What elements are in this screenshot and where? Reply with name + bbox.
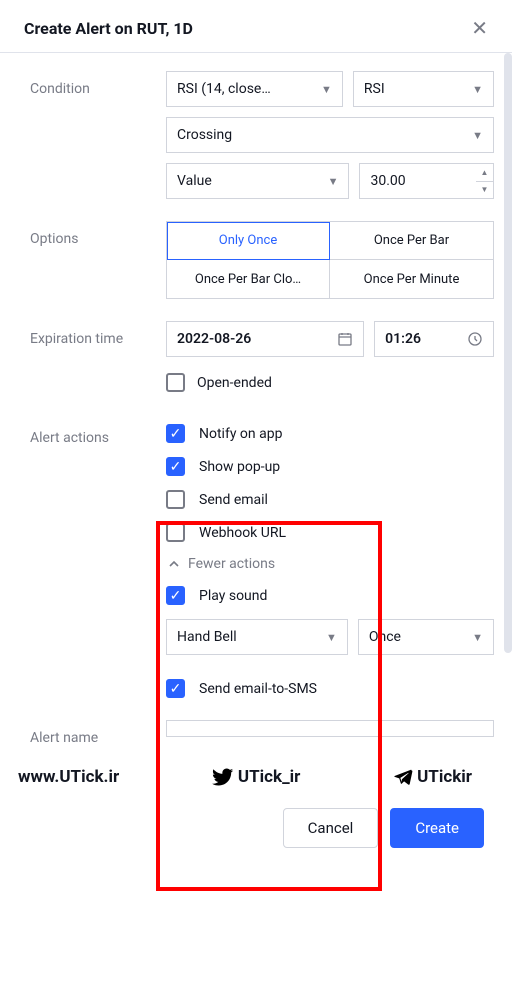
row-options: Options Only Once Once Per Bar Once Per … (30, 221, 494, 299)
sound-repeat-value: Once (369, 629, 401, 645)
send-email-checkbox[interactable] (166, 490, 185, 509)
social-website: www.UTick.ir (18, 767, 119, 787)
number-spinner: ▲ ▼ (476, 163, 494, 199)
social-telegram: UTickir (393, 767, 472, 787)
chevron-down-icon: ▼ (326, 631, 337, 644)
dialog-body: Condition RSI (14, close… ▼ RSI ▼ Crossi… (0, 53, 512, 760)
alert-name-input[interactable] (166, 720, 494, 737)
email-sms-label: Send email-to-SMS (199, 681, 317, 697)
option-once-per-bar-close[interactable]: Once Per Bar Clo… (167, 260, 330, 298)
play-sound-label: Play sound (199, 588, 267, 604)
action-notify-app: ✓ Notify on app (166, 424, 494, 443)
chevron-down-icon: ▼ (472, 631, 483, 644)
condition-value-mode-dropdown[interactable]: Value ▼ (166, 163, 349, 199)
notify-app-label: Notify on app (199, 426, 282, 442)
expiration-time-input[interactable]: 01:26 (374, 321, 494, 357)
cancel-button-label: Cancel (308, 819, 354, 837)
expiration-date-value: 2022-08-26 (177, 331, 251, 347)
condition-value-number: 30.00 (370, 173, 405, 189)
row-alert-actions: Alert actions ✓ Notify on app ✓ Show pop… (30, 420, 494, 698)
telegram-icon (393, 767, 413, 787)
condition-operator-dropdown[interactable]: Crossing ▼ (166, 117, 494, 153)
condition-source-dropdown[interactable]: RSI (14, close… ▼ (166, 71, 343, 107)
dialog-header: Create Alert on RUT, 1D ✕ (0, 0, 512, 53)
create-button-label: Create (415, 819, 459, 837)
action-webhook: Webhook URL (166, 523, 494, 542)
footer-social: www.UTick.ir UTick_ir UTickir (0, 760, 512, 794)
sound-repeat-dropdown[interactable]: Once ▼ (358, 619, 494, 655)
calendar-icon (337, 331, 353, 347)
open-ended-checkbox[interactable] (166, 373, 185, 392)
close-icon[interactable]: ✕ (471, 18, 488, 38)
chevron-up-icon (168, 558, 180, 570)
condition-source-value: RSI (14, close… (177, 81, 271, 97)
row-condition: Condition RSI (14, close… ▼ RSI ▼ Crossi… (30, 71, 494, 199)
social-twitter-text: UTick_ir (238, 767, 300, 787)
webhook-checkbox[interactable] (166, 523, 185, 542)
alert-actions-list: ✓ Notify on app ✓ Show pop-up Send email… (166, 420, 494, 698)
action-send-email: Send email (166, 490, 494, 509)
fewer-actions-label: Fewer actions (188, 556, 275, 572)
clock-icon (467, 331, 483, 347)
social-twitter: UTick_ir (212, 766, 300, 788)
show-popup-label: Show pop-up (199, 459, 280, 475)
open-ended-label: Open-ended (197, 375, 272, 391)
dialog-title: Create Alert on RUT, 1D (24, 19, 193, 38)
option-only-once[interactable]: Only Once (167, 222, 330, 260)
dialog-footer: Cancel Create (0, 794, 512, 868)
options-label: Options (30, 221, 166, 247)
sound-name-value: Hand Bell (177, 629, 237, 645)
webhook-label: Webhook URL (199, 525, 286, 541)
twitter-icon (212, 766, 234, 788)
options-segmented: Only Once Once Per Bar Once Per Bar Clo…… (166, 221, 494, 299)
scrollbar[interactable] (504, 53, 512, 653)
chevron-down-icon: ▼ (321, 83, 332, 96)
sound-name-dropdown[interactable]: Hand Bell ▼ (166, 619, 348, 655)
condition-plot-dropdown[interactable]: RSI ▼ (353, 71, 494, 107)
row-expiration: Expiration time 2022-08-26 01:26 (30, 321, 494, 398)
condition-value-number-input[interactable]: 30.00 (359, 163, 476, 199)
option-once-per-bar[interactable]: Once Per Bar (330, 222, 493, 260)
social-telegram-text: UTickir (417, 767, 472, 787)
email-sms-checkbox[interactable]: ✓ (166, 679, 185, 698)
expiration-date-input[interactable]: 2022-08-26 (166, 321, 364, 357)
play-sound-checkbox[interactable]: ✓ (166, 586, 185, 605)
action-email-sms: ✓ Send email-to-SMS (166, 679, 494, 698)
show-popup-checkbox[interactable]: ✓ (166, 457, 185, 476)
row-alert-name: Alert name (30, 720, 494, 746)
condition-operator-value: Crossing (177, 127, 232, 143)
social-website-text: www.UTick.ir (18, 767, 119, 787)
condition-value-mode-value: Value (177, 173, 212, 189)
cancel-button[interactable]: Cancel (283, 808, 379, 848)
condition-value-number-wrap: 30.00 ▲ ▼ (359, 163, 494, 199)
create-button[interactable]: Create (390, 808, 484, 848)
alert-actions-label: Alert actions (30, 420, 166, 446)
expiration-time-value: 01:26 (385, 331, 421, 347)
create-alert-dialog: Create Alert on RUT, 1D ✕ Condition RSI … (0, 0, 512, 868)
expiration-label: Expiration time (30, 321, 166, 347)
condition-plot-value: RSI (364, 81, 385, 97)
chevron-down-icon: ▼ (472, 129, 483, 142)
notify-app-checkbox[interactable]: ✓ (166, 424, 185, 443)
condition-label: Condition (30, 71, 166, 97)
fewer-actions-toggle[interactable]: Fewer actions (166, 556, 494, 572)
chevron-down-icon: ▼ (328, 175, 339, 188)
alert-name-label: Alert name (30, 720, 166, 746)
send-email-label: Send email (199, 492, 268, 508)
spinner-down-icon[interactable]: ▼ (476, 182, 493, 199)
action-show-popup: ✓ Show pop-up (166, 457, 494, 476)
option-once-per-minute[interactable]: Once Per Minute (330, 260, 493, 298)
chevron-down-icon: ▼ (472, 83, 483, 96)
action-play-sound: ✓ Play sound (166, 586, 494, 605)
spinner-up-icon[interactable]: ▲ (476, 164, 493, 182)
